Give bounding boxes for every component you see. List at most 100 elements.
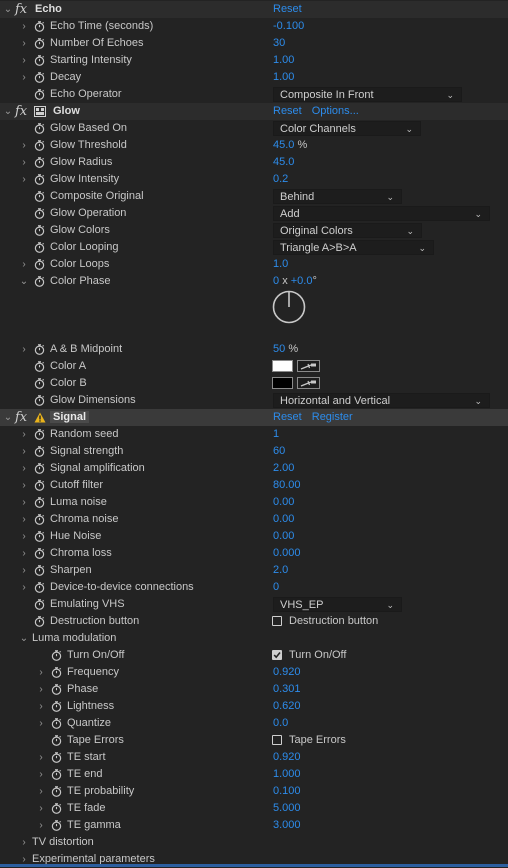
stopwatch-icon[interactable] (34, 21, 45, 32)
emulating-vhs-dropdown[interactable]: VHS_EP ⌄ (273, 597, 402, 612)
reset-button[interactable]: Reset (273, 1, 312, 18)
chevron-right-icon[interactable]: › (36, 817, 46, 834)
param-value[interactable]: 0.000 (273, 545, 301, 562)
stopwatch-icon[interactable] (51, 701, 62, 712)
stopwatch-icon[interactable] (34, 276, 45, 287)
stopwatch-icon[interactable] (51, 735, 62, 746)
stopwatch-icon[interactable] (34, 514, 45, 525)
eyedropper-icon[interactable] (297, 360, 320, 372)
chevron-right-icon[interactable]: › (19, 52, 29, 69)
eyedropper-icon[interactable] (297, 377, 320, 389)
chevron-down-icon[interactable]: ⌄ (3, 1, 13, 18)
reset-button[interactable]: Reset (273, 105, 302, 117)
param-value[interactable]: 1 (273, 426, 279, 443)
echo-operator-dropdown[interactable]: Composite In Front ⌄ (273, 87, 462, 102)
stopwatch-icon[interactable] (34, 191, 45, 202)
stopwatch-icon[interactable] (34, 616, 45, 627)
ab-midpoint-value[interactable]: 50 % (273, 341, 298, 358)
chevron-right-icon[interactable]: › (19, 256, 29, 273)
stopwatch-icon[interactable] (34, 344, 45, 355)
turn-on-off-checkbox[interactable] (272, 650, 282, 660)
chevron-down-icon[interactable]: ⌄ (3, 409, 13, 426)
reset-button[interactable]: Reset (273, 411, 302, 423)
stopwatch-icon[interactable] (34, 208, 45, 219)
fx-icon[interactable]: fx (15, 409, 27, 426)
stopwatch-icon[interactable] (34, 225, 45, 236)
glow-based-on-dropdown[interactable]: Color Channels ⌄ (273, 121, 421, 136)
stopwatch-icon[interactable] (34, 395, 45, 406)
param-value[interactable]: 0.920 (273, 749, 301, 766)
effect-header-signal[interactable]: ⌄ fx Signal Reset Register (0, 409, 508, 426)
chevron-right-icon[interactable]: › (19, 477, 29, 494)
composite-original-dropdown[interactable]: Behind ⌄ (273, 189, 402, 204)
param-value[interactable]: 0.00 (273, 494, 294, 511)
glow-radius-value[interactable]: 45.0 (273, 154, 294, 171)
param-value[interactable]: 1.000 (273, 766, 301, 783)
param-value[interactable]: 0.301 (273, 681, 301, 698)
fx-icon[interactable]: fx (15, 1, 27, 18)
destruction-checkbox[interactable] (272, 616, 282, 626)
color-b-swatch[interactable] (272, 377, 293, 389)
stopwatch-icon[interactable] (34, 446, 45, 457)
register-button[interactable]: Register (312, 411, 353, 423)
stopwatch-icon[interactable] (34, 497, 45, 508)
param-value[interactable]: 60 (273, 443, 285, 460)
param-value[interactable]: 2.00 (273, 460, 294, 477)
stopwatch-icon[interactable] (51, 786, 62, 797)
param-value[interactable]: 1.00 (273, 69, 294, 86)
stopwatch-icon[interactable] (34, 123, 45, 134)
fx-icon[interactable]: fx (15, 103, 27, 120)
stopwatch-icon[interactable] (34, 55, 45, 66)
chevron-right-icon[interactable]: › (19, 460, 29, 477)
stopwatch-icon[interactable] (34, 565, 45, 576)
stopwatch-icon[interactable] (34, 378, 45, 389)
chevron-right-icon[interactable]: › (36, 698, 46, 715)
chevron-down-icon[interactable]: ⌄ (19, 630, 29, 647)
stopwatch-icon[interactable] (34, 157, 45, 168)
stopwatch-icon[interactable] (51, 752, 62, 763)
param-value[interactable]: 80.00 (273, 477, 301, 494)
chevron-right-icon[interactable]: › (36, 681, 46, 698)
color-loops-value[interactable]: 1.0 (273, 256, 288, 273)
param-value[interactable]: 0.00 (273, 528, 294, 545)
stopwatch-icon[interactable] (34, 361, 45, 372)
stopwatch-icon[interactable] (34, 242, 45, 253)
param-value[interactable]: 30 (273, 35, 285, 52)
stopwatch-icon[interactable] (34, 599, 45, 610)
chevron-right-icon[interactable]: › (36, 715, 46, 732)
chevron-right-icon[interactable]: › (19, 18, 29, 35)
stopwatch-icon[interactable] (51, 650, 62, 661)
chevron-right-icon[interactable]: › (19, 443, 29, 460)
chevron-right-icon[interactable]: › (19, 171, 29, 188)
glow-operation-dropdown[interactable]: Add ⌄ (273, 206, 490, 221)
chevron-right-icon[interactable]: › (19, 69, 29, 86)
chevron-right-icon[interactable]: › (36, 783, 46, 800)
glow-dimensions-dropdown[interactable]: Horizontal and Vertical ⌄ (273, 393, 490, 408)
chevron-right-icon[interactable]: › (19, 545, 29, 562)
param-value[interactable]: 0.620 (273, 698, 301, 715)
stopwatch-icon[interactable] (51, 667, 62, 678)
stopwatch-icon[interactable] (34, 259, 45, 270)
group-row[interactable]: ⌄ Luma modulation (0, 630, 508, 647)
chevron-right-icon[interactable]: › (36, 664, 46, 681)
stopwatch-icon[interactable] (51, 684, 62, 695)
chevron-right-icon[interactable]: › (19, 341, 29, 358)
effect-header-echo[interactable]: ⌄ fx Echo Reset (0, 1, 508, 18)
param-value[interactable]: 0.920 (273, 664, 301, 681)
chevron-right-icon[interactable]: › (19, 426, 29, 443)
stopwatch-icon[interactable] (51, 718, 62, 729)
param-value[interactable]: 0.100 (273, 783, 301, 800)
glow-colors-dropdown[interactable]: Original Colors ⌄ (273, 223, 422, 238)
chevron-right-icon[interactable]: › (19, 562, 29, 579)
param-value[interactable]: 3.000 (273, 817, 301, 834)
param-value[interactable]: 1.00 (273, 52, 294, 69)
param-value[interactable]: 5.000 (273, 800, 301, 817)
param-value[interactable]: 0 (273, 579, 279, 596)
chevron-right-icon[interactable]: › (36, 749, 46, 766)
stopwatch-icon[interactable] (51, 803, 62, 814)
chevron-right-icon[interactable]: › (19, 834, 29, 851)
param-value[interactable]: -0.100 (273, 18, 304, 35)
stopwatch-icon[interactable] (51, 820, 62, 831)
stopwatch-icon[interactable] (34, 174, 45, 185)
stopwatch-icon[interactable] (34, 89, 45, 100)
